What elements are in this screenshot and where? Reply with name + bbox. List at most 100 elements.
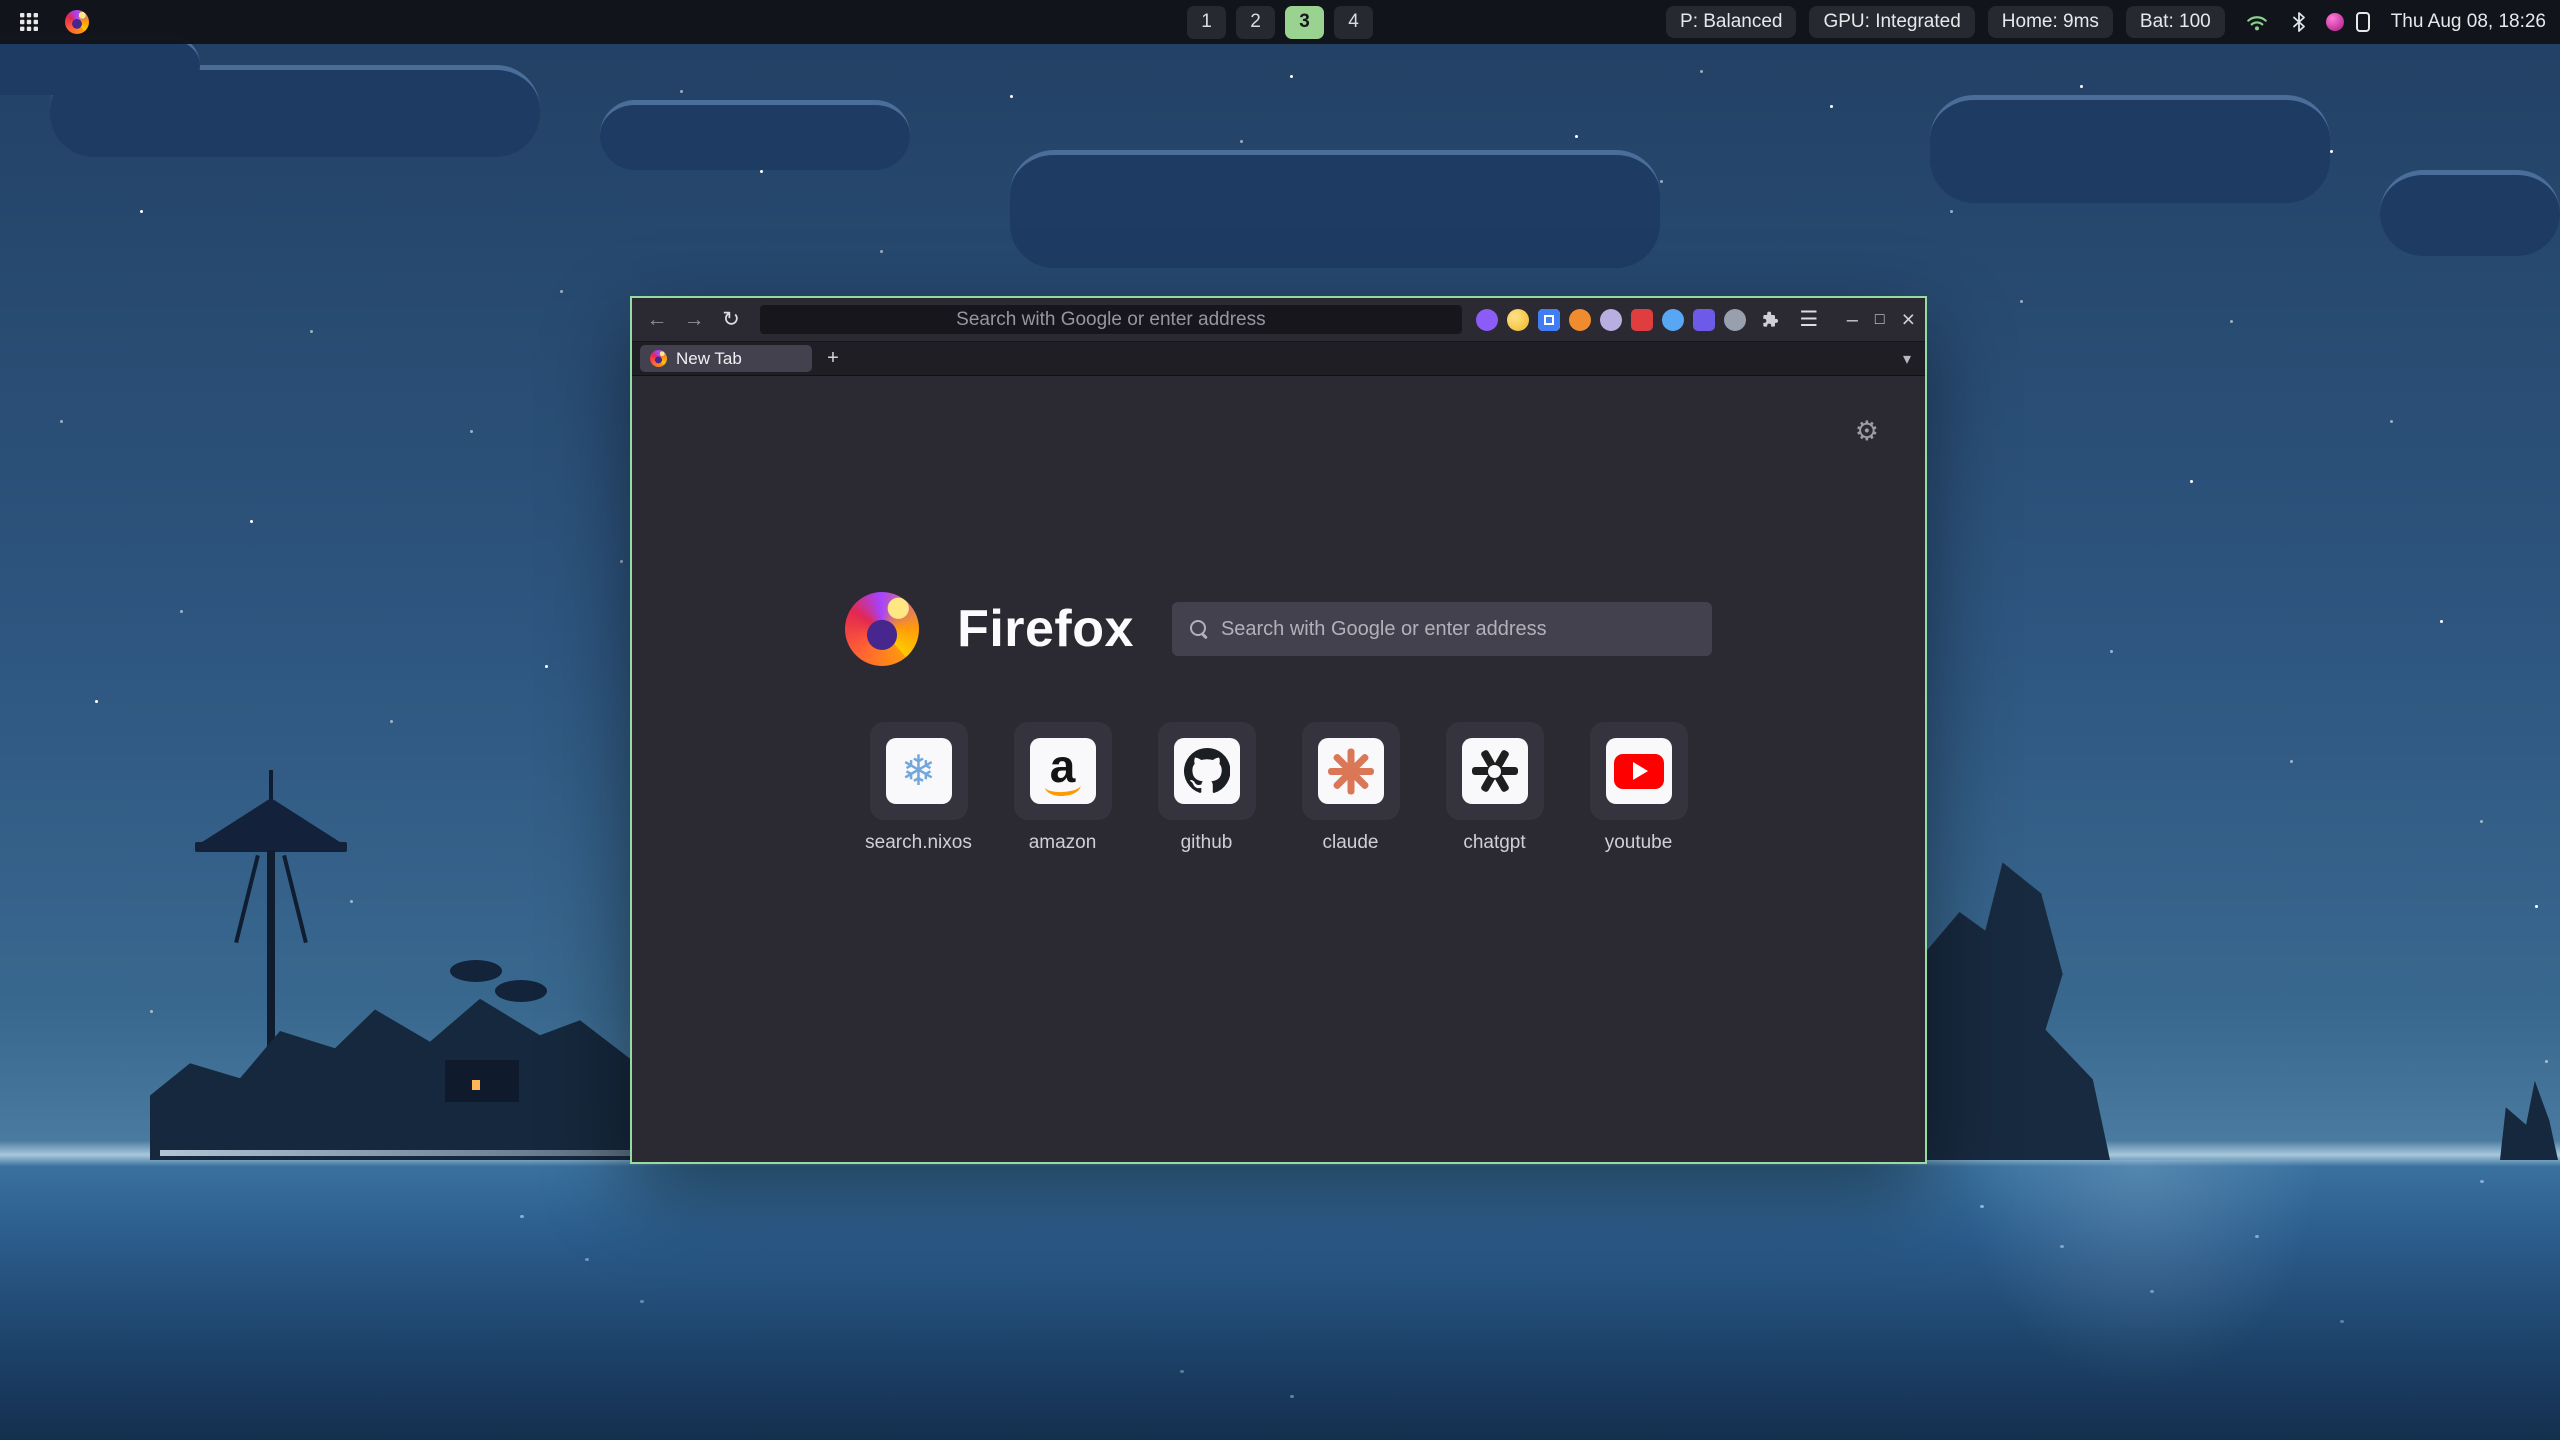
app-launcher-grid-icon[interactable] [14, 7, 44, 37]
back-button[interactable]: ← [642, 305, 672, 335]
list-all-tabs-chevron-icon[interactable]: ▾ [1903, 349, 1911, 369]
hut [445, 1060, 519, 1102]
hut-window-light [472, 1080, 480, 1090]
tower-strut [282, 855, 308, 943]
reload-icon: ↻ [722, 307, 740, 332]
shortcut-tiles: ❄ search.nixos a amazon [870, 722, 1688, 854]
tile-card: a [1014, 722, 1112, 820]
search-icon [1190, 620, 1208, 638]
amazon-icon: a [1030, 738, 1096, 804]
color-status-icon[interactable] [2326, 13, 2344, 31]
amazon-smile-arrow [1044, 783, 1081, 797]
claude-icon [1318, 738, 1384, 804]
shortcut-chatgpt[interactable]: chatgpt [1446, 722, 1544, 854]
personalize-gear-icon[interactable]: ⚙ [1855, 416, 1879, 447]
hamburger-icon: ☰ [1799, 307, 1818, 332]
extension-icon-9[interactable] [1724, 309, 1746, 331]
cloud [0, 35, 200, 95]
extension-icon-3[interactable] [1538, 309, 1560, 331]
firefox-wordmark: Firefox [957, 599, 1134, 659]
extension-icon-2[interactable] [1507, 309, 1529, 331]
topbar: 1 2 3 4 P: Balanced GPU: Integrated Home… [0, 0, 2560, 44]
youtube-play-button [1614, 754, 1664, 789]
claude-starburst [1328, 748, 1374, 794]
extension-icon-6[interactable] [1631, 309, 1653, 331]
tile-card [1302, 722, 1400, 820]
wifi-icon[interactable] [2242, 7, 2272, 37]
shortcut-claude[interactable]: claude [1302, 722, 1400, 854]
latency-module[interactable]: Home: 9ms [1988, 6, 2113, 38]
firefox-logo-icon [65, 10, 89, 34]
power-profile-module[interactable]: P: Balanced [1666, 6, 1796, 38]
tile-label: github [1181, 832, 1233, 854]
close-button[interactable]: × [1902, 308, 1915, 331]
workspace-switcher: 1 2 3 4 [1187, 6, 1373, 39]
tower-roof [199, 798, 343, 844]
newtab-search-bar[interactable] [1172, 602, 1712, 656]
cloud [1010, 150, 1660, 268]
back-icon: ← [647, 308, 668, 332]
tower-strut [234, 855, 260, 943]
topbar-right: P: Balanced GPU: Integrated Home: 9ms Ba… [1666, 6, 2560, 38]
tab-new-tab[interactable]: New Tab [640, 345, 812, 372]
extension-icon-4[interactable] [1569, 309, 1591, 331]
window-controls: – □ × [1847, 308, 1915, 331]
water-glow [1960, 1160, 2320, 1390]
island-right [1895, 850, 2110, 1160]
tile-label: claude [1323, 832, 1379, 854]
newtab-main: Firefox ❄ search.nixos [632, 376, 1925, 854]
workspace-1[interactable]: 1 [1187, 6, 1226, 39]
bluetooth-icon[interactable] [2284, 7, 2314, 37]
firefox-launcher-icon[interactable] [62, 7, 92, 37]
extension-icon-1[interactable] [1476, 309, 1498, 331]
clock: Thu Aug 08, 18:26 [2387, 11, 2546, 33]
maximize-button[interactable]: □ [1875, 312, 1885, 328]
amazon-logo: a [1045, 746, 1081, 795]
extension-icon-8[interactable] [1693, 309, 1715, 331]
shortcut-github[interactable]: github [1158, 722, 1256, 854]
forward-icon: → [684, 308, 705, 332]
minimize-button[interactable]: – [1847, 310, 1858, 330]
tile-card [1446, 722, 1544, 820]
extension-icon-7[interactable] [1662, 309, 1684, 331]
rocks-far-right [2500, 1072, 2558, 1160]
url-bar[interactable] [759, 304, 1463, 335]
new-tab-button[interactable]: + [820, 346, 846, 372]
tab-title: New Tab [676, 349, 742, 369]
shortcut-search-nixos[interactable]: ❄ search.nixos [870, 722, 968, 854]
chatgpt-icon [1462, 738, 1528, 804]
tile-card [1590, 722, 1688, 820]
extension-buttons: ☰ [1476, 305, 1824, 335]
battery-module[interactable]: Bat: 100 [2126, 6, 2225, 38]
tile-label: youtube [1605, 832, 1673, 854]
topbar-left [0, 7, 92, 37]
youtube-icon [1606, 738, 1672, 804]
github-octocat-mark [1184, 748, 1230, 794]
tile-label: search.nixos [865, 832, 972, 854]
amazon-a-glyph: a [1050, 746, 1076, 787]
forward-button[interactable]: → [679, 305, 709, 335]
island-left [150, 770, 650, 1160]
newtab-search-input[interactable] [1221, 602, 1712, 656]
nixos-icon: ❄ [886, 738, 952, 804]
system-tray [2238, 7, 2374, 37]
extensions-puzzle-icon[interactable] [1755, 305, 1785, 335]
url-input[interactable] [760, 305, 1462, 334]
display-device-icon[interactable] [2356, 12, 2370, 32]
tile-label: amazon [1029, 832, 1097, 854]
workspace-3-active[interactable]: 3 [1285, 6, 1324, 39]
menu-button[interactable]: ☰ [1794, 305, 1824, 335]
extension-icon-5[interactable] [1600, 309, 1622, 331]
cloud [2380, 170, 2560, 256]
tile-card: ❄ [870, 722, 968, 820]
snowflake-glyph: ❄ [901, 750, 936, 792]
reload-button[interactable]: ↻ [716, 305, 746, 335]
shortcut-youtube[interactable]: youtube [1590, 722, 1688, 854]
workspace-2[interactable]: 2 [1236, 6, 1275, 39]
cloud [1930, 95, 2330, 203]
shortcut-amazon[interactable]: a amazon [1014, 722, 1112, 854]
workspace-4[interactable]: 4 [1334, 6, 1373, 39]
firefox-logo [845, 592, 919, 666]
tab-strip: New Tab + ▾ [632, 342, 1925, 376]
gpu-module[interactable]: GPU: Integrated [1809, 6, 1974, 38]
